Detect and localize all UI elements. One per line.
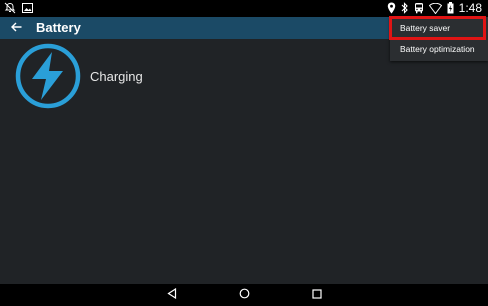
screen: 1:48 Battery Charging Battery saver Batt… — [0, 0, 488, 306]
back-button[interactable] — [8, 20, 24, 36]
status-bar: 1:48 — [0, 0, 488, 17]
nav-back-button[interactable] — [165, 286, 179, 304]
nav-recent-apps-button[interactable] — [310, 288, 324, 302]
recent-apps-icon — [312, 286, 322, 304]
overflow-menu: Battery saver Battery optimization — [390, 17, 488, 61]
bus-icon — [414, 2, 424, 14]
navigation-bar — [0, 284, 488, 306]
arrow-back-icon — [10, 19, 22, 37]
home-icon — [239, 286, 250, 304]
battery-charging-icon — [447, 2, 454, 14]
image-notification-icon — [22, 3, 33, 13]
menu-item-battery-saver[interactable]: Battery saver — [390, 18, 488, 39]
notification-muted-icon — [4, 2, 16, 14]
back-icon — [167, 286, 177, 304]
bluetooth-icon — [401, 2, 409, 14]
charging-status: Charging — [90, 69, 143, 84]
clock: 1:48 — [458, 1, 482, 15]
charging-bolt-icon — [15, 43, 81, 109]
location-icon — [387, 2, 396, 14]
nav-home-button[interactable] — [237, 288, 251, 302]
page-title: Battery — [36, 20, 81, 35]
menu-item-battery-optimization[interactable]: Battery optimization — [390, 39, 488, 60]
wifi-icon — [428, 2, 442, 14]
